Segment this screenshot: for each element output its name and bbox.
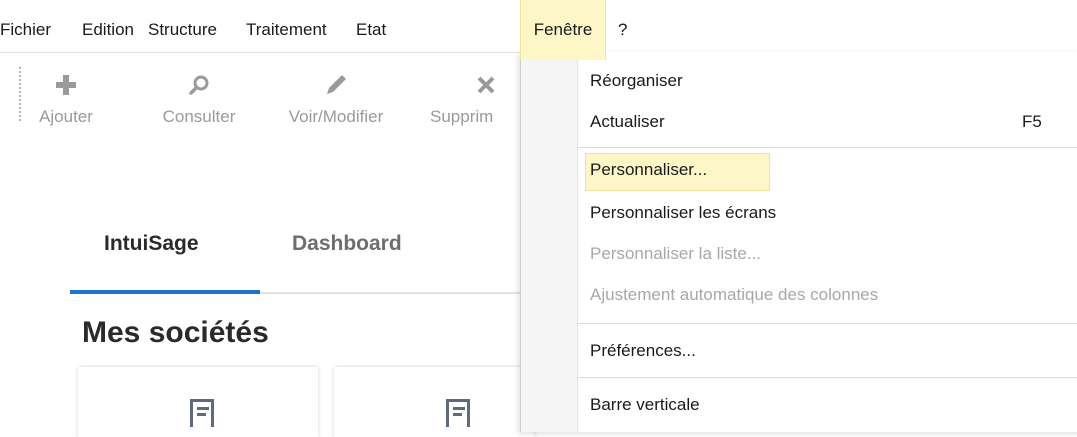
menu-item-reorganiser[interactable]: Réorganiser	[577, 64, 1077, 102]
menu-etat[interactable]: Etat	[356, 0, 386, 60]
menu-structure[interactable]: Structure	[148, 0, 217, 60]
add-button-label: Ajouter	[39, 107, 93, 126]
close-icon	[474, 73, 498, 97]
menu-separator	[577, 147, 1077, 148]
menu-fenetre[interactable]: Fenêtre	[520, 0, 606, 60]
menu-item-preferences[interactable]: Préférences...	[577, 334, 1077, 372]
menu-item-label: Barre verticale	[590, 395, 700, 414]
menu-item-label: Personnaliser les écrans	[590, 203, 777, 222]
document-icon	[190, 399, 214, 427]
menu-item-label: Actualiser	[590, 112, 665, 131]
company-card[interactable]	[78, 367, 318, 437]
menu-item-label: Ajustement automatique des colonnes	[590, 285, 879, 304]
document-icon	[446, 399, 470, 427]
menu-fichier[interactable]: Fichier	[0, 0, 51, 60]
menu-traitement[interactable]: Traitement	[246, 0, 327, 60]
edit-button-label: Voir/Modifier	[288, 107, 384, 126]
menu-item-shortcut: F5	[1022, 112, 1042, 131]
menu-item-label: Préférences...	[590, 341, 696, 360]
search-icon	[187, 73, 211, 97]
toolbar: Ajouter Consulter Voir/Modifier Supprim	[0, 53, 540, 153]
edit-button[interactable]: Voir/Modifier	[262, 73, 410, 127]
menu-item-barre-verticale[interactable]: Barre verticale	[577, 388, 1077, 426]
menu-item-label: Personnaliser la liste...	[590, 244, 762, 263]
menu-separator	[577, 323, 1077, 324]
toolbar-grip[interactable]	[19, 67, 21, 123]
menu-item-actualiser[interactable]: Actualiser F5	[577, 105, 1077, 143]
menu-icon-gutter	[521, 52, 578, 432]
menu-edition[interactable]: Edition	[82, 0, 134, 60]
add-button[interactable]: Ajouter	[22, 73, 110, 127]
tab-active-indicator	[70, 290, 260, 294]
menu-help[interactable]: ?	[618, 0, 627, 60]
menu-item-personnaliser-ecrans[interactable]: Personnaliser les écrans	[577, 196, 1077, 234]
fenetre-dropdown-menu: Réorganiser Actualiser F5 Personnaliser.…	[520, 52, 1077, 432]
plus-icon	[54, 73, 78, 97]
menu-item-label: Personnaliser...	[590, 160, 708, 179]
menu-item-ajustement-colonnes: Ajustement automatique des colonnes	[577, 278, 1077, 316]
menu-bar: Fichier Edition Structure Traitement Eta…	[0, 0, 1077, 60]
consult-button[interactable]: Consulter	[134, 73, 264, 127]
menu-item-personnaliser-liste: Personnaliser la liste...	[577, 237, 1077, 275]
menu-item-personnaliser[interactable]: Personnaliser...	[577, 153, 1077, 191]
menu-item-label: Réorganiser	[590, 71, 683, 90]
menu-separator	[577, 377, 1077, 378]
tab-dashboard[interactable]: Dashboard	[292, 232, 402, 256]
section-title: Mes sociétés	[82, 316, 269, 349]
company-card[interactable]	[334, 367, 534, 437]
tab-intuisage[interactable]: IntuiSage	[104, 232, 199, 256]
pencil-icon	[324, 73, 348, 97]
consult-button-label: Consulter	[162, 107, 236, 126]
